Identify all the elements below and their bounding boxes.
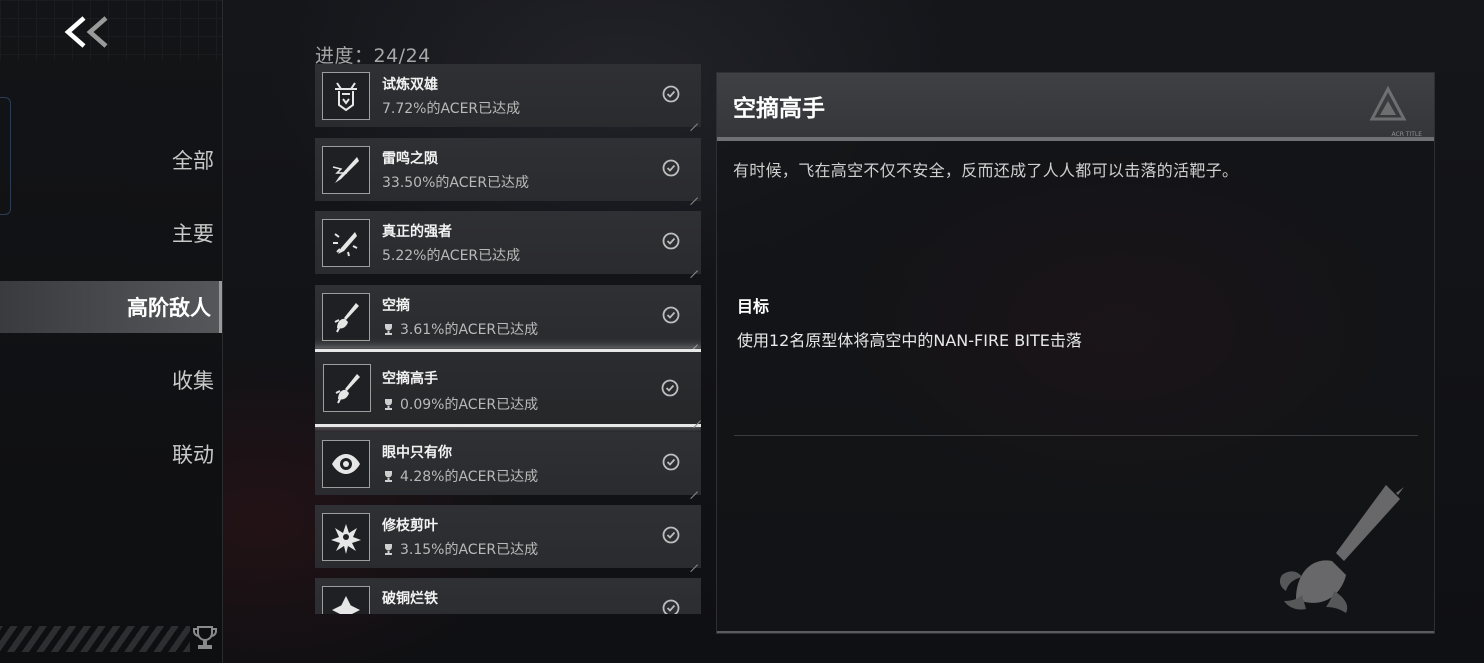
achievement-rate-text: 5.22%的ACER已达成 xyxy=(382,248,521,264)
achievement-icon-frame xyxy=(322,440,370,488)
goal-text: 使用12名原型体将高空中的NAN-FIRE BITE击落 xyxy=(737,331,1082,350)
achievement-card[interactable]: 雷鸣之陨 33.50%的ACER已达成 xyxy=(315,138,701,201)
double-chevron-left-icon xyxy=(64,16,108,48)
achievement-name: 真正的强者 xyxy=(382,224,452,240)
detail-bottom-line xyxy=(717,631,1434,633)
trophy-icon xyxy=(193,626,217,649)
nav-item-main[interactable]: 主要 xyxy=(0,208,222,258)
detail-description: 有时候，飞在高空不仅不安全，反而还成了人人都可以击落的活靶子。 xyxy=(733,161,1239,180)
twin-knights-icon xyxy=(335,82,357,112)
sword-hand-icon xyxy=(1279,485,1404,613)
nav-item-elite-enemies[interactable]: 高阶敌人 xyxy=(0,281,222,333)
detail-title: 空摘高手 xyxy=(733,96,825,122)
check-circle-icon xyxy=(662,453,680,471)
achievement-icon-frame xyxy=(322,586,370,614)
achievement-rate: 4.28%的ACER已达成 xyxy=(382,466,538,486)
trophy-icon xyxy=(385,543,392,555)
back-button[interactable] xyxy=(60,12,120,52)
check-circle-icon xyxy=(662,526,680,544)
achievement-rate-text: 0.09%的ACER已达成 xyxy=(400,397,539,413)
achievement-rate: 3.61%的ACER已达成 xyxy=(382,319,538,339)
achievement-card-selected[interactable]: 空摘高手 0.09%的ACER已达成 xyxy=(315,349,701,427)
achievement-card[interactable]: 空摘 3.61%的ACER已达成 xyxy=(315,285,701,348)
achievement-rate: 33.50%的ACER已达成 xyxy=(382,172,529,192)
achievement-name: 试炼双雄 xyxy=(382,77,438,93)
emblem-label: ACR TITLE xyxy=(1391,131,1423,138)
check-circle-icon xyxy=(662,306,680,324)
achievement-icon-frame xyxy=(322,146,370,194)
achievement-rate-text: 7.72%的ACER已达成 xyxy=(382,101,521,117)
trophy-icon xyxy=(385,470,392,482)
check-circle-icon xyxy=(662,159,680,177)
eye-icon xyxy=(332,454,360,474)
nav-item-label: 联动 xyxy=(172,443,214,467)
achievement-name: 空摘 xyxy=(382,298,410,314)
sword-hand-icon xyxy=(335,374,360,404)
burst-sword-icon xyxy=(333,232,358,257)
achievement-icon-frame xyxy=(322,513,370,561)
achievement-icon-frame xyxy=(322,72,370,120)
nav-item-collab[interactable]: 联动 xyxy=(0,429,222,479)
achievement-card[interactable]: 破铜烂铁 xyxy=(315,578,701,614)
achievements-screen: 全部 主要 高阶敌人 收集 联动 进度：24/24 试炼双雄 7.72%的ACE… xyxy=(0,0,1484,663)
achievement-detail-panel: 空摘高手 ACR TITLE 有时候，飞在高空不仅不安全，反而还成了人人都可以击… xyxy=(716,72,1435,634)
four-petal-icon xyxy=(332,596,360,614)
achievement-rate-text: 3.15%的ACER已达成 xyxy=(400,542,539,558)
achievement-name: 修枝剪叶 xyxy=(382,518,438,534)
nav-item-label: 主要 xyxy=(172,222,214,246)
check-circle-icon xyxy=(662,85,680,103)
achievement-name: 破铜烂铁 xyxy=(382,591,438,607)
trophy-icon xyxy=(385,398,392,410)
sidebar-stripes-decoration xyxy=(0,626,190,652)
achievement-card[interactable]: 眼中只有你 4.28%的ACER已达成 xyxy=(315,432,701,495)
category-sidebar: 全部 主要 高阶敌人 收集 联动 xyxy=(0,0,223,663)
achievement-icon-frame xyxy=(322,219,370,267)
achievement-card[interactable]: 试炼双雄 7.72%的ACER已达成 xyxy=(315,64,701,127)
achievement-card[interactable]: 真正的强者 5.22%的ACER已达成 xyxy=(315,211,701,274)
achievement-rate: 7.72%的ACER已达成 xyxy=(382,98,520,118)
nav-item-label: 全部 xyxy=(172,149,214,173)
nav-item-label: 收集 xyxy=(172,369,214,393)
achievement-icon-frame xyxy=(322,293,370,341)
achievement-list[interactable]: 试炼双雄 7.72%的ACER已达成 雷鸣之陨 33.50%的ACER已达成 真… xyxy=(315,64,701,614)
nav-item-all[interactable]: 全部 xyxy=(0,135,222,185)
check-circle-icon xyxy=(662,232,680,250)
goal-label: 目标 xyxy=(737,297,770,316)
achievement-name: 空摘高手 xyxy=(382,371,438,387)
achievement-rate-text: 4.28%的ACER已达成 xyxy=(400,469,539,485)
achievement-rate-text: 33.50%的ACER已达成 xyxy=(382,175,530,191)
achievement-name: 雷鸣之陨 xyxy=(382,151,438,167)
detail-header: 空摘高手 ACR TITLE xyxy=(717,73,1434,141)
lightning-blade-icon xyxy=(332,157,359,183)
check-circle-icon xyxy=(662,599,680,614)
nav-item-collection[interactable]: 收集 xyxy=(0,355,222,405)
detail-divider xyxy=(734,435,1418,436)
achievement-icon-frame xyxy=(323,364,371,412)
achievement-rate: 5.22%的ACER已达成 xyxy=(382,245,520,265)
check-circle-icon xyxy=(661,379,679,397)
achievement-card[interactable]: 修枝剪叶 3.15%的ACER已达成 xyxy=(315,505,701,568)
shattered-flower-icon xyxy=(331,524,361,554)
achievement-name: 眼中只有你 xyxy=(382,445,452,461)
nav-item-label: 高阶敌人 xyxy=(127,296,211,320)
achievement-rate-text: 3.61%的ACER已达成 xyxy=(400,322,539,338)
sword-hand-icon xyxy=(334,303,359,333)
achievement-rate: 3.15%的ACER已达成 xyxy=(382,539,538,559)
game-logo-icon xyxy=(1369,85,1407,121)
achievement-rate: 0.09%的ACER已达成 xyxy=(382,394,538,414)
trophy-icon xyxy=(385,323,392,335)
